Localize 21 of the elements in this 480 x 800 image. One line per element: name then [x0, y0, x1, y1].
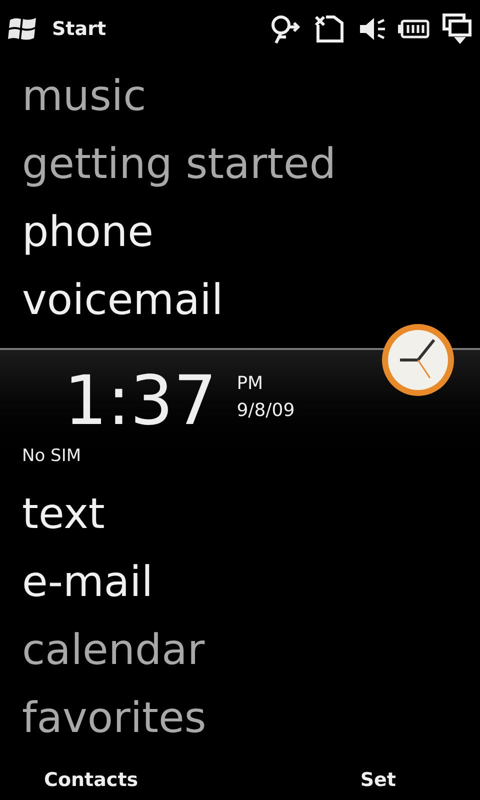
windows-switch-icon[interactable]	[442, 13, 472, 45]
menu-item[interactable]: text	[22, 493, 105, 535]
menu-item[interactable]: calendar	[22, 629, 205, 671]
menu-item[interactable]: e-mail	[22, 561, 153, 603]
menu-item[interactable]: getting started	[22, 143, 336, 185]
clock-time: 1:37	[64, 368, 217, 436]
am-pm-label: PM	[236, 372, 264, 396]
date-label: 9/8/09	[236, 399, 295, 423]
no-sim-icon[interactable]	[314, 15, 346, 43]
speaker-muted-icon[interactable]	[358, 15, 386, 43]
menu-item[interactable]: phone	[22, 211, 154, 253]
start-label[interactable]: Start	[52, 14, 106, 44]
battery-icon[interactable]	[398, 19, 430, 39]
menu-item[interactable]: favorites	[22, 697, 206, 739]
menu-item[interactable]: music	[22, 75, 146, 117]
clock-icon	[380, 322, 456, 398]
menu-item[interactable]: voicemail	[22, 279, 224, 321]
set-softkey[interactable]: Set	[360, 766, 396, 794]
network-status: No SIM	[22, 445, 82, 468]
contacts-softkey[interactable]: Contacts	[44, 766, 138, 794]
windows-logo-icon[interactable]	[8, 15, 38, 43]
